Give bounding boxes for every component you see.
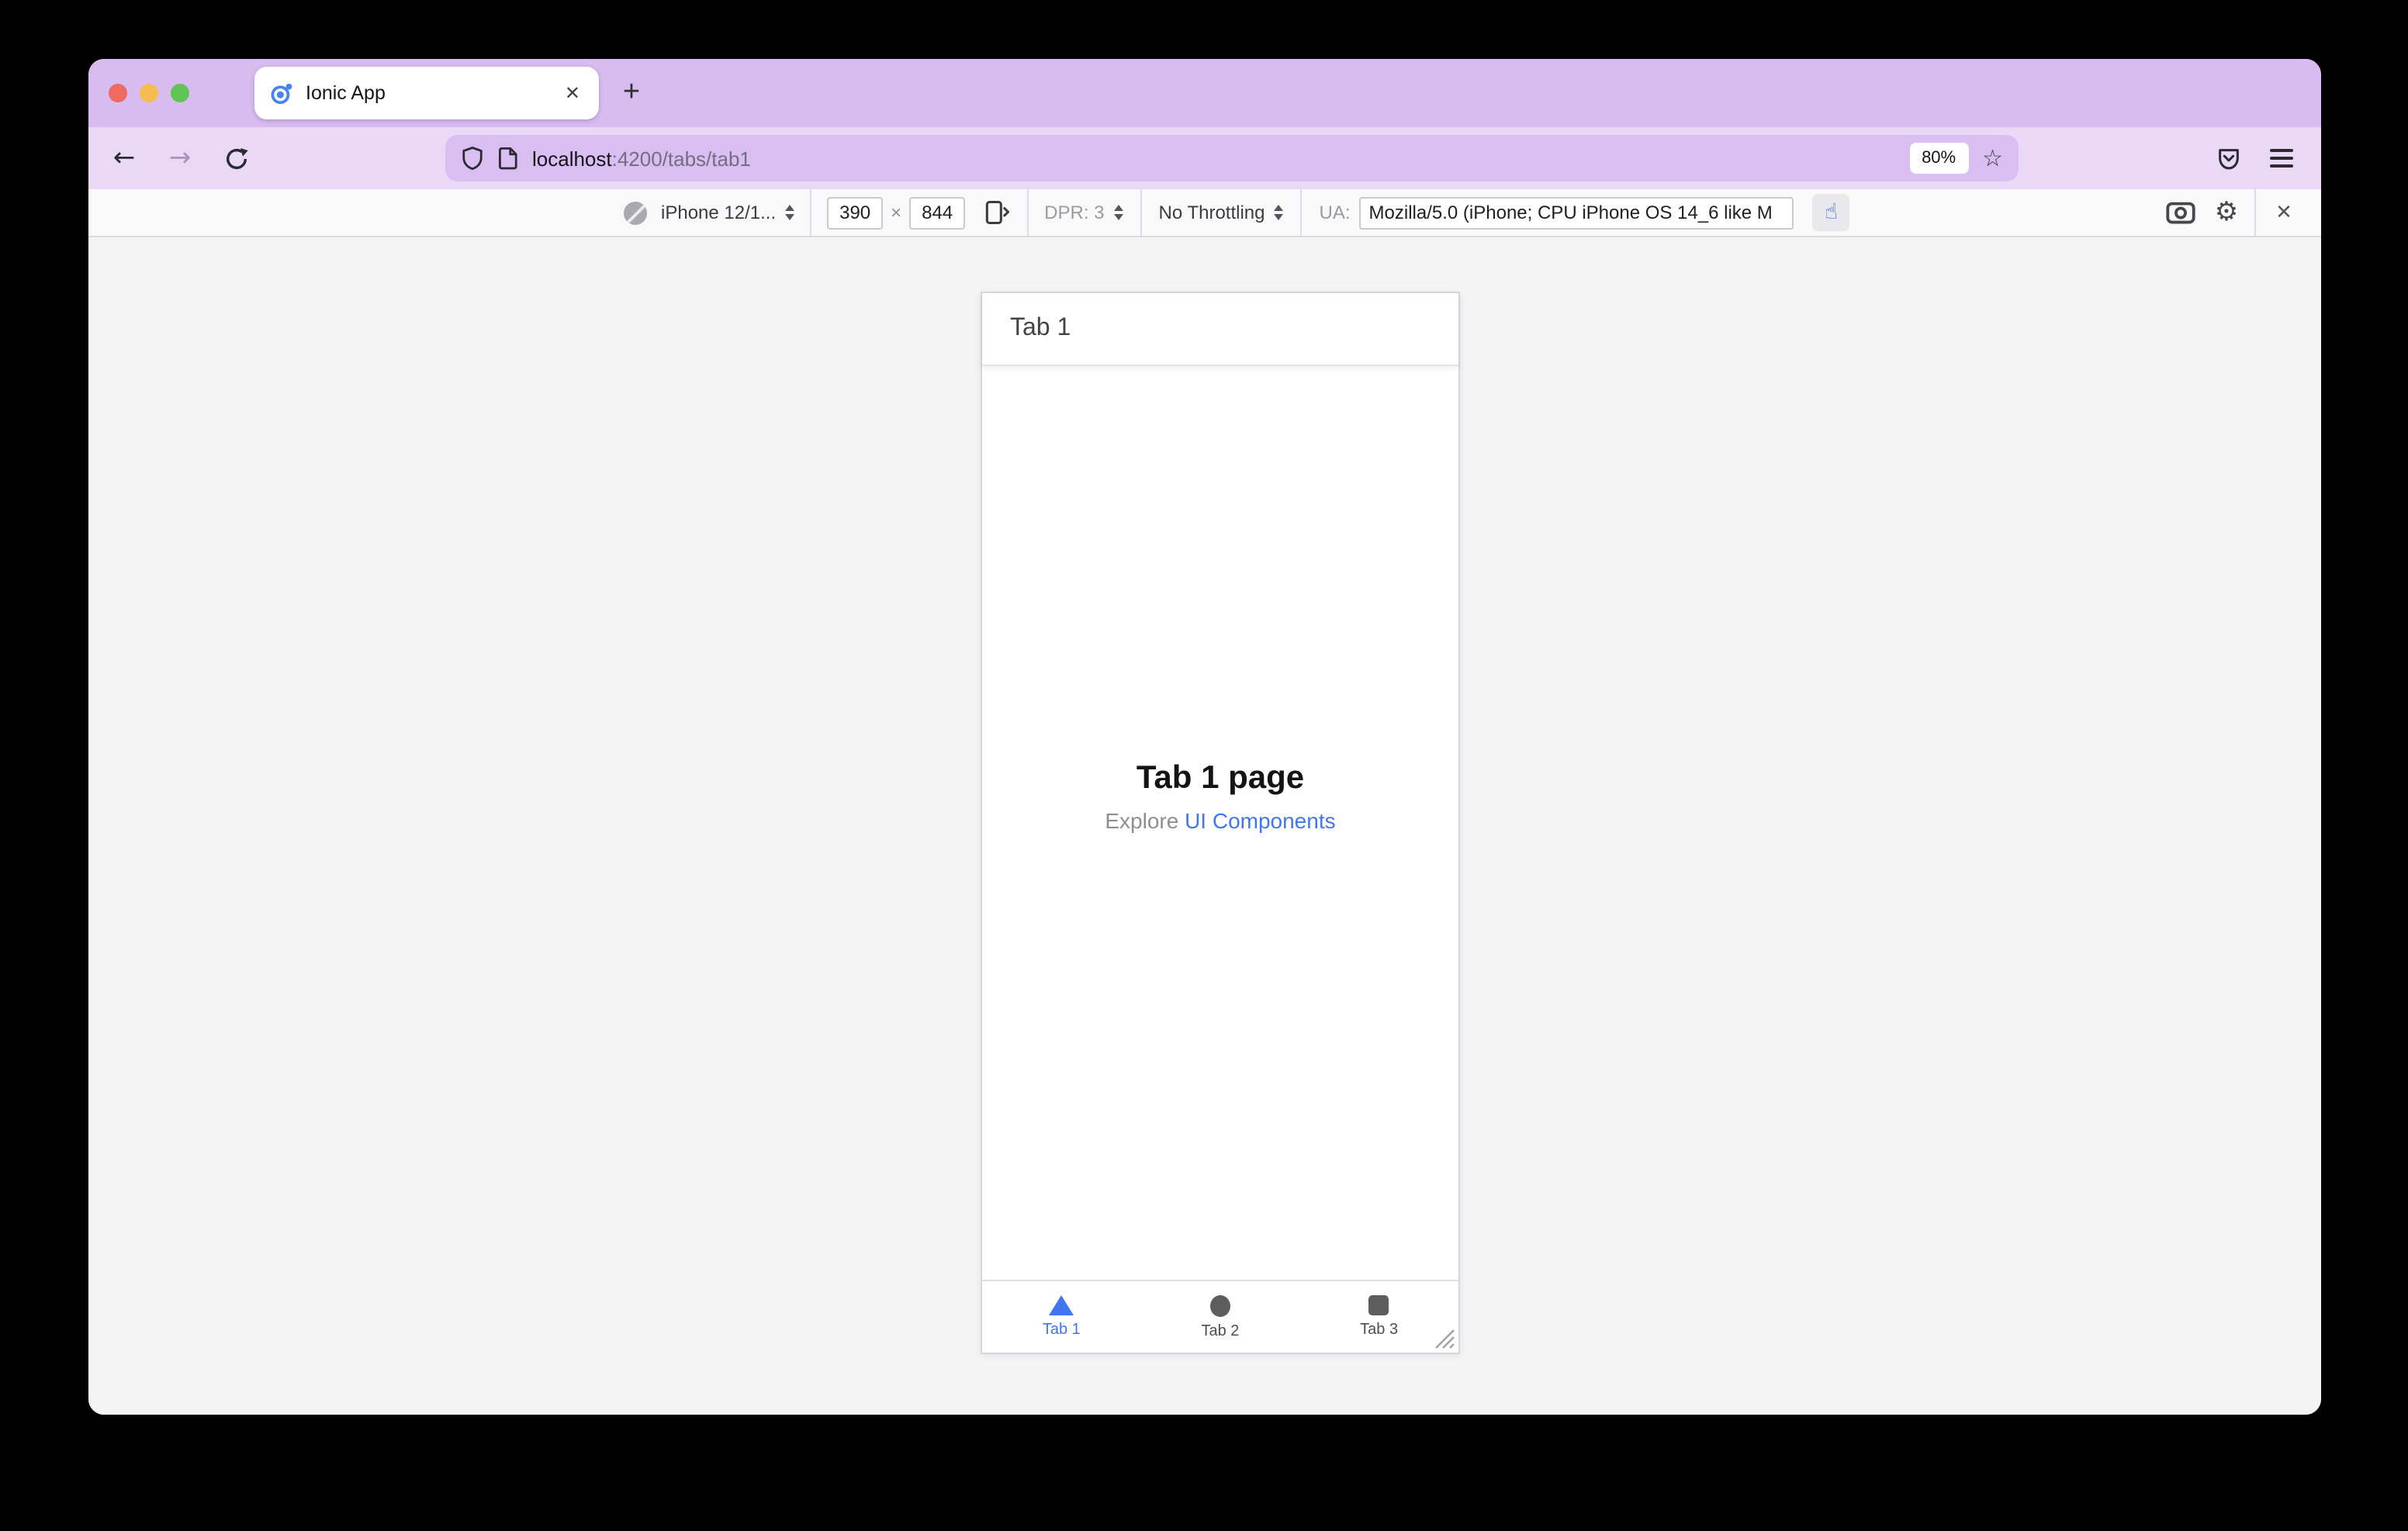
device-selector-label: iPhone 12/1... <box>661 202 777 223</box>
zoom-level-badge[interactable]: 80% <box>1909 143 1969 174</box>
separator <box>810 189 812 236</box>
rdm-close-button[interactable]: ✕ <box>2265 194 2302 231</box>
pocket-icon <box>2218 148 2238 169</box>
app-header: Tab 1 <box>982 293 1458 366</box>
macos-minimize-button[interactable] <box>140 84 158 102</box>
url-path: :4200/tabs/tab1 <box>611 147 751 170</box>
reload-button[interactable] <box>217 140 254 177</box>
url-bar[interactable]: localhost:4200/tabs/tab1 80% ☆ <box>445 135 2019 181</box>
separator <box>1027 189 1029 236</box>
tab-title: Ionic App <box>306 82 386 104</box>
app-tab-bar: Tab 1 Tab 2 Tab 3 <box>982 1280 1458 1353</box>
throttling-selector[interactable]: No Throttling <box>1159 202 1284 223</box>
rotate-viewport-button[interactable] <box>977 194 1015 231</box>
bookmark-star-icon[interactable]: ☆ <box>1982 146 2003 170</box>
titlebar: Ionic App ✕ + <box>88 59 2321 127</box>
forward-button[interactable]: → <box>161 140 199 177</box>
browser-content-area: Tab 1 Tab 1 page Explore UI Components T… <box>88 237 2321 1415</box>
macos-zoom-button[interactable] <box>171 84 189 102</box>
rotate-device-icon <box>985 200 1010 225</box>
back-button[interactable]: ← <box>106 140 143 177</box>
square-icon <box>1368 1295 1389 1315</box>
ionic-favicon <box>271 82 292 104</box>
viewport-resize-handle[interactable] <box>1434 1328 1455 1350</box>
menu-button[interactable] <box>2262 140 2299 177</box>
separator <box>1140 189 1142 236</box>
subtitle-prefix: Explore <box>1105 808 1185 833</box>
page-subtitle: Explore UI Components <box>982 808 1458 833</box>
tab-button-tab2[interactable]: Tab 2 <box>1141 1281 1300 1353</box>
tracking-protection-shield-icon[interactable] <box>461 146 484 171</box>
throttling-label: No Throttling <box>1158 202 1265 223</box>
camera-icon <box>2165 202 2195 224</box>
browser-tab[interactable]: Ionic App ✕ <box>254 67 599 119</box>
responsive-design-toolbar: iPhone 12/1... × DPR: 3 No Throttling <box>88 189 2321 237</box>
hamburger-icon <box>2269 148 2292 152</box>
device-browser-icon <box>624 201 647 224</box>
dimension-separator: × <box>891 202 902 223</box>
device-selector[interactable]: iPhone 12/1... <box>661 202 795 223</box>
new-tab-button[interactable]: + <box>611 73 652 113</box>
ua-label: UA: <box>1319 202 1351 223</box>
navigation-toolbar: ← → localhost:4200/tabs/tab1 80% ☆ <box>88 127 2321 189</box>
close-icon: ✕ <box>2275 201 2292 224</box>
url-host: localhost <box>532 147 612 170</box>
touch-simulation-button[interactable]: ☝ <box>1812 194 1850 231</box>
dropdown-stepper-icon <box>1113 204 1123 221</box>
explore-container: Tab 1 page Explore UI Components <box>982 760 1458 833</box>
ellipse-icon <box>1209 1294 1230 1316</box>
dropdown-stepper-icon <box>785 204 795 221</box>
app-header-title: Tab 1 <box>1010 315 1071 341</box>
tab-close-icon[interactable]: ✕ <box>562 82 583 104</box>
url-text[interactable]: localhost:4200/tabs/tab1 <box>532 147 1909 170</box>
dpr-selector[interactable]: DPR: 3 <box>1044 202 1123 223</box>
separator <box>2254 189 2256 236</box>
ui-components-link[interactable]: UI Components <box>1185 808 1336 833</box>
device-viewport: Tab 1 Tab 1 page Explore UI Components T… <box>981 292 1460 1354</box>
touch-icon: ☝ <box>1825 200 1839 225</box>
viewport-height-input[interactable] <box>909 196 966 229</box>
tab-button-tab1[interactable]: Tab 1 <box>982 1281 1141 1353</box>
reload-icon <box>225 147 247 168</box>
dropdown-stepper-icon <box>1274 204 1284 221</box>
viewport-width-input[interactable] <box>827 196 884 229</box>
account-pocket-button[interactable] <box>2209 140 2247 177</box>
screenshot-stage: Ionic App ✕ + ← → localhost:4200/tabs/ta… <box>0 0 2408 1531</box>
browser-window: Ionic App ✕ + ← → localhost:4200/tabs/ta… <box>88 59 2321 1415</box>
tab-label: Tab 2 <box>1201 1322 1240 1339</box>
tab-label: Tab 3 <box>1360 1322 1399 1339</box>
page-info-icon[interactable] <box>498 146 518 171</box>
rdm-settings-button[interactable]: ⚙ <box>2208 194 2245 231</box>
dpr-label: DPR: 3 <box>1044 202 1105 223</box>
page-title: Tab 1 page <box>1136 760 1305 796</box>
screenshot-button[interactable] <box>2161 194 2199 231</box>
gear-icon: ⚙ <box>2214 196 2239 227</box>
user-agent-input[interactable] <box>1359 196 1794 229</box>
macos-close-button[interactable] <box>109 84 127 102</box>
triangle-icon <box>1049 1295 1074 1315</box>
separator <box>1300 189 1303 236</box>
tab-label: Tab 1 <box>1042 1322 1081 1339</box>
